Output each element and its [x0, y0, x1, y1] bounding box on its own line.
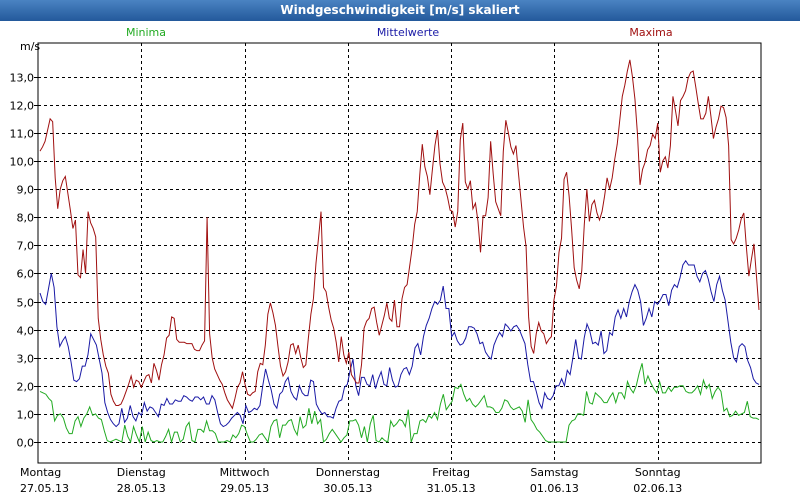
x-tick-date: 02.06.13	[633, 482, 682, 495]
y-tick-label: 10,0	[10, 156, 35, 169]
y-tick-label: 4,0	[17, 325, 35, 338]
x-tick-day: Samstag	[530, 466, 578, 479]
y-axis: m/s 0,0 1,0 2,0 3,0 4,0 5,0 6,0 7,0 8,0 9,0 10,0 11,…	[10, 40, 41, 450]
x-tick-day: Donnerstag	[316, 466, 380, 479]
x-tick-date: 28.05.13	[117, 482, 166, 495]
y-tick-label: 5,0	[17, 297, 35, 310]
y-tick-label: 9,0	[17, 184, 35, 197]
x-tick-date: 30.05.13	[323, 482, 372, 495]
y-tick-label: 1,0	[17, 409, 35, 422]
y-tick-label: 11,0	[10, 128, 35, 141]
y-tick-label: 12,0	[10, 100, 35, 113]
x-tick-date: 01.06.13	[530, 482, 579, 495]
y-tick-label: 7,0	[17, 240, 35, 253]
y-tick-label: 8,0	[17, 212, 35, 225]
chart-window: Windgeschwindigkeit [m/s] skaliert Minim…	[0, 0, 800, 500]
x-tick-day: Mittwoch	[220, 466, 270, 479]
x-tick-day: Sonntag	[635, 466, 681, 479]
y-tick-label: 0,0	[17, 437, 35, 450]
y-tick-label: 6,0	[17, 268, 35, 281]
x-axis: Montag 27.05.13 Dienstag 28.05.13 Mittwoch 29…	[20, 466, 682, 495]
y-tick-label: 2,0	[17, 381, 35, 394]
x-tick-day: Montag	[20, 466, 61, 479]
legend-item-maxima: Maxima	[629, 26, 672, 39]
x-tick-date: 29.05.13	[220, 482, 269, 495]
x-tick-date: 31.05.13	[427, 482, 476, 495]
wind-speed-chart: Minima Mittelwerte Maxima m/s 0,0 1,0 2,0 3,0 4…	[10, 26, 762, 495]
window-title: Windgeschwindigkeit [m/s] skaliert	[0, 0, 800, 21]
x-tick-date: 27.05.13	[20, 482, 69, 495]
x-tick-day: Dienstag	[117, 466, 166, 479]
legend-item-mittelwerte: Mittelwerte	[377, 26, 440, 39]
legend: Minima Mittelwerte Maxima	[126, 26, 673, 39]
y-axis-unit: m/s	[20, 40, 40, 53]
y-tick-label: 3,0	[17, 353, 35, 366]
legend-item-minima: Minima	[126, 26, 166, 39]
x-tick-day: Freitag	[432, 466, 470, 479]
y-tick-label: 13,0	[10, 72, 35, 85]
